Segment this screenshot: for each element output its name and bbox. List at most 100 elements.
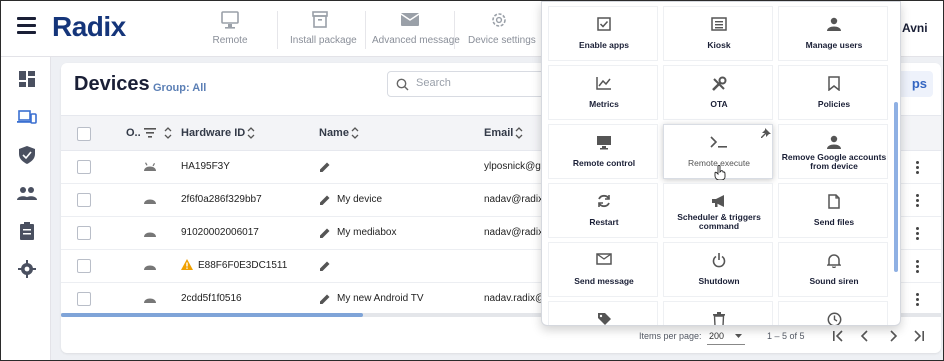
first-page-icon[interactable] [832, 330, 844, 342]
tool-label: Remote [212, 35, 248, 46]
device-name: My device [337, 194, 383, 205]
sidebar-item-dashboard[interactable] [17, 69, 37, 89]
install-package-tool-button[interactable]: Install package [290, 9, 357, 49]
search-icon [396, 78, 409, 91]
column-email[interactable]: Email [484, 127, 513, 139]
chevron-down-icon [735, 334, 742, 338]
monitor-icon [597, 136, 611, 150]
sort-icon[interactable] [351, 126, 359, 140]
menu-item-kiosk[interactable]: Kiosk [663, 6, 773, 61]
bell-icon [827, 254, 841, 268]
device-actions-menu: Enable apps Kiosk Manage users Metrics O… [541, 1, 901, 326]
sort-icon[interactable] [515, 126, 523, 140]
pencil-icon[interactable] [320, 261, 330, 271]
menu-item-delete[interactable] [663, 301, 773, 325]
hamburger-menu-icon[interactable] [17, 17, 36, 35]
menu-item-metrics[interactable]: Metrics [548, 65, 658, 120]
row-checkbox[interactable] [77, 226, 91, 240]
pencil-icon[interactable] [320, 162, 330, 172]
more-options-icon[interactable] [916, 260, 920, 274]
sidebar-item-security[interactable] [17, 145, 37, 165]
menu-item-send-files[interactable]: Send files [778, 183, 888, 238]
pagination-range: 1 – 5 of 5 [767, 331, 805, 341]
android-icon [144, 265, 156, 270]
tools-icon [712, 76, 727, 91]
remote-tool-button[interactable]: Remote [210, 9, 250, 49]
pencil-icon[interactable] [320, 228, 330, 238]
android-icon [144, 298, 156, 303]
advanced-message-tool-button[interactable]: Advanced message [372, 9, 460, 49]
next-page-icon[interactable] [888, 330, 898, 342]
android-icon [144, 162, 156, 171]
more-options-icon[interactable] [916, 227, 920, 241]
user-name[interactable]: Avni [902, 21, 928, 35]
warning-icon [181, 259, 193, 270]
sort-icon[interactable] [247, 126, 255, 140]
menu-item-restart[interactable]: Restart [548, 183, 658, 238]
scrollbar-thumb[interactable] [61, 313, 363, 317]
menu-item-send-message[interactable]: Send message [548, 242, 658, 297]
menu-item-remote-control[interactable]: Remote control [548, 124, 658, 179]
chart-icon [596, 77, 611, 90]
hardware-id: 91020002006017 [181, 227, 259, 238]
menu-item-sound-siren[interactable]: Sound siren [778, 242, 888, 297]
menu-item-tag[interactable] [548, 301, 658, 325]
row-checkbox[interactable] [77, 292, 91, 306]
menu-item-schedule[interactable] [778, 301, 888, 325]
device-email: ylposnick@gr [484, 161, 545, 172]
android-icon [144, 232, 156, 237]
group-filter[interactable]: Group: All [153, 82, 206, 94]
dashboard-icon [19, 71, 35, 87]
kiosk-icon [711, 17, 727, 31]
previous-page-icon[interactable] [860, 330, 870, 342]
sidebar-item-users[interactable] [17, 183, 37, 203]
more-options-icon[interactable] [916, 194, 920, 208]
trash-icon [713, 312, 725, 325]
menu-item-remote-execute[interactable]: Remote execute [663, 124, 773, 180]
menu-item-manage-users[interactable]: Manage users [778, 6, 888, 61]
column-hardware-id[interactable]: Hardware ID [181, 127, 245, 139]
menu-item-shutdown[interactable]: Shutdown [663, 242, 773, 297]
items-per-page-select[interactable]: 200 [707, 327, 745, 345]
tag-icon [597, 313, 611, 325]
row-checkbox[interactable] [77, 193, 91, 207]
sidebar-item-reports[interactable] [17, 221, 37, 241]
select-all-checkbox[interactable] [77, 127, 91, 141]
clock-icon [827, 312, 841, 325]
column-os[interactable]: O.. [126, 127, 141, 139]
divider [365, 11, 366, 49]
divider [277, 11, 278, 49]
menu-item-scheduler-triggers[interactable]: Scheduler & triggers command [663, 183, 773, 238]
filter-icon[interactable] [144, 128, 156, 138]
divider [454, 11, 455, 49]
megaphone-icon [712, 195, 724, 207]
pencil-icon[interactable] [320, 195, 330, 205]
menu-item-ota[interactable]: OTA [663, 65, 773, 120]
sidebar-item-settings[interactable] [17, 259, 37, 279]
row-checkbox[interactable] [77, 160, 91, 174]
sort-icon[interactable] [164, 126, 172, 140]
radix-logo[interactable]: Radix [52, 11, 126, 43]
envelope-icon [596, 253, 612, 265]
tool-label: Install package [290, 35, 357, 46]
search-input[interactable]: Search [387, 71, 567, 97]
hardware-id: E88F6F0E3DC1511 [198, 260, 288, 271]
menu-item-policies[interactable]: Policies [778, 65, 888, 120]
gear-icon [18, 260, 36, 278]
menu-item-remove-google-accounts[interactable]: Remove Google accounts from device [778, 124, 888, 179]
more-options-icon[interactable] [916, 293, 920, 307]
last-page-icon[interactable] [913, 330, 925, 342]
pencil-icon[interactable] [320, 294, 330, 304]
menu-scrollbar[interactable] [894, 102, 898, 272]
devices-icon [17, 110, 37, 124]
row-checkbox[interactable] [77, 259, 91, 273]
tool-label: Advanced message [372, 35, 460, 46]
person-icon [827, 135, 841, 149]
device-settings-tool-button[interactable]: Device settings [468, 9, 536, 49]
sidebar-item-devices[interactable] [17, 107, 37, 127]
more-options-icon[interactable] [916, 161, 920, 175]
column-name[interactable]: Name [319, 127, 349, 139]
power-icon [712, 253, 726, 268]
menu-item-enable-apps[interactable]: Enable apps [548, 6, 658, 61]
restart-icon [598, 194, 610, 208]
